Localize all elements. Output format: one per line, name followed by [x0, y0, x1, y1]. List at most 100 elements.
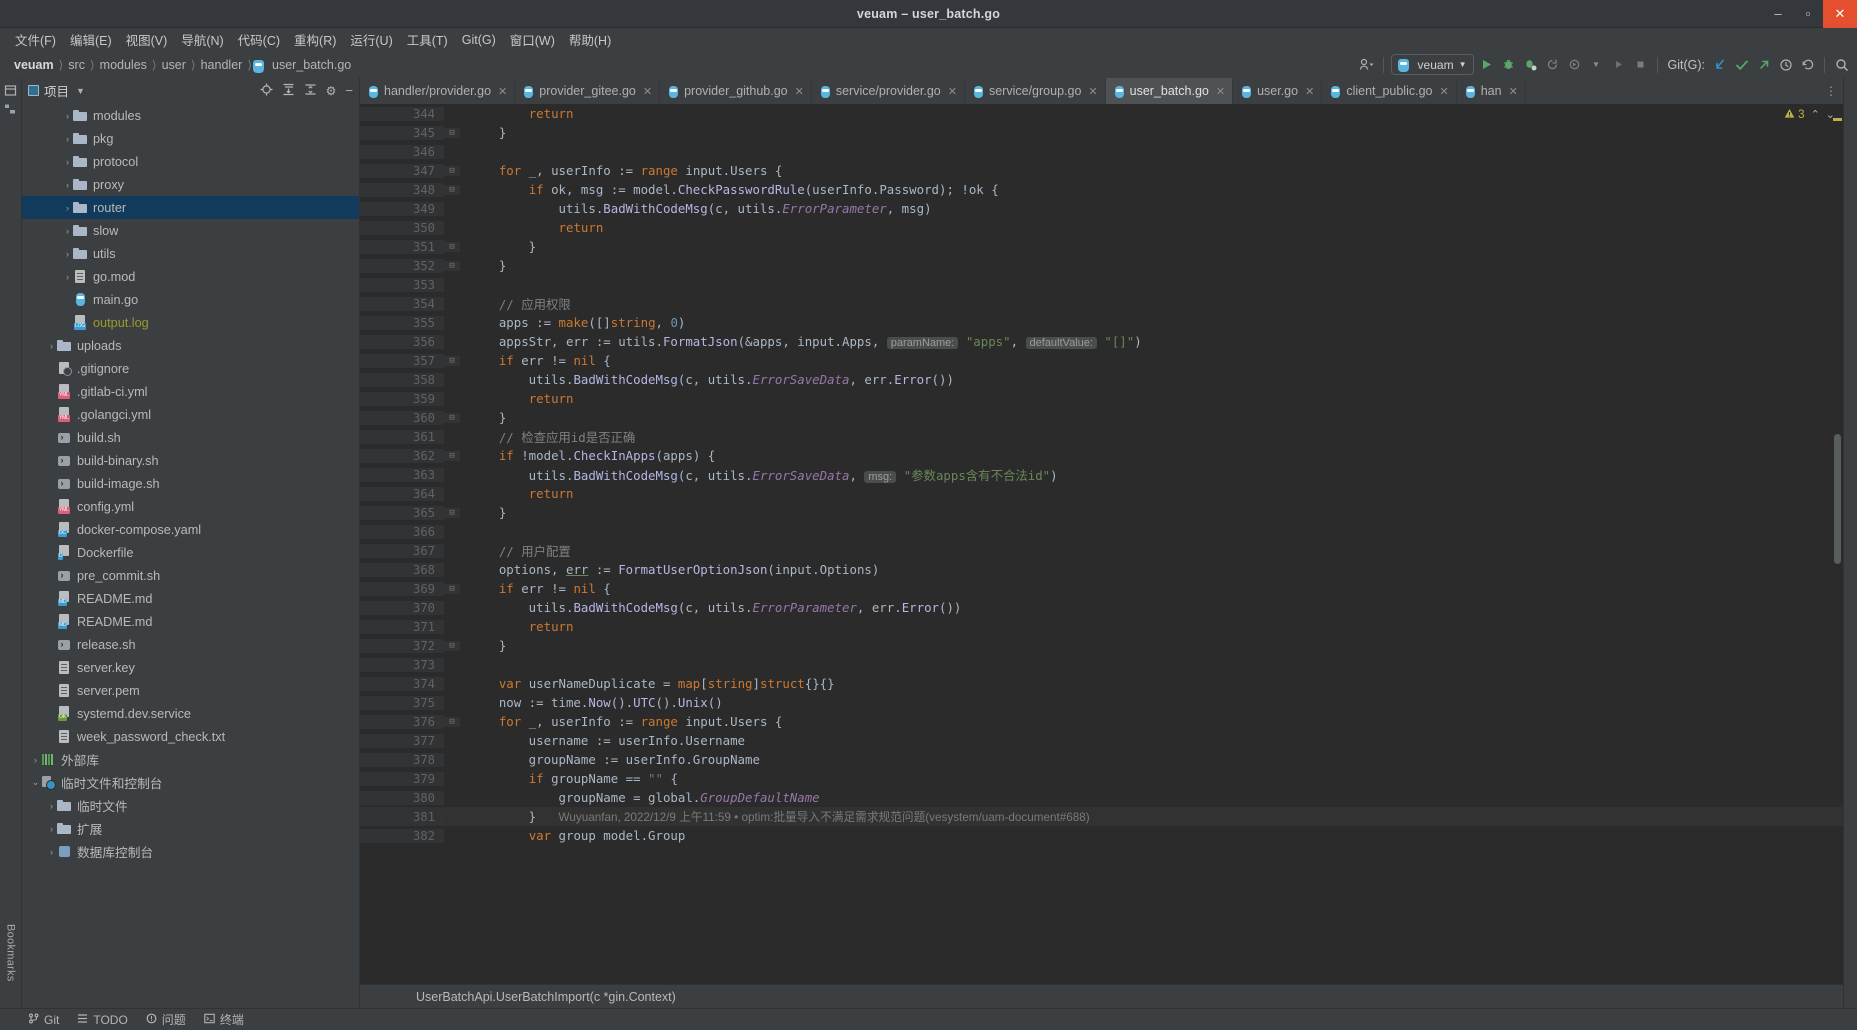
project-tool-icon[interactable]	[4, 84, 17, 100]
code-line[interactable]: 368 options, err := FormatUserOptionJson…	[360, 560, 1843, 579]
chevron-down-icon[interactable]: ▼	[1587, 55, 1606, 74]
code-fold-marker[interactable]: ⊟	[444, 716, 460, 727]
tree-item[interactable]: › router	[22, 196, 359, 219]
editor-tab[interactable]: client_public.go ✕	[1322, 78, 1457, 104]
close-button[interactable]: ✕	[1823, 0, 1857, 28]
expand-all-icon[interactable]	[282, 83, 295, 99]
editor-tab[interactable]: service/provider.go ✕	[812, 78, 965, 104]
menu-item-file[interactable]: 文件(F)	[8, 28, 63, 51]
code-line[interactable]: 366	[360, 522, 1843, 541]
code-line[interactable]: 351 ⊟ }	[360, 237, 1843, 256]
tree-item[interactable]: › 数据库控制台	[22, 840, 359, 863]
code-line[interactable]: 374 var userNameDuplicate = map[string]s…	[360, 674, 1843, 693]
chevron-down-icon[interactable]: ⌄	[30, 777, 41, 788]
tree-item[interactable]: build.sh	[22, 426, 359, 449]
code-line[interactable]: 359 return	[360, 389, 1843, 408]
bookmarks-tool-label[interactable]: Bookmarks	[5, 924, 17, 982]
code-line[interactable]: 350 return	[360, 218, 1843, 237]
code-line[interactable]: 369 ⊟ if err != nil {	[360, 579, 1843, 598]
update-project-icon[interactable]	[1710, 55, 1729, 74]
search-everywhere-icon[interactable]	[1832, 55, 1851, 74]
code-fold-marker[interactable]: ⊟	[444, 640, 460, 651]
code-line[interactable]: 349 utils.BadWithCodeMsg(c, utils.ErrorP…	[360, 199, 1843, 218]
code-line[interactable]: 347 ⊟ for _, userInfo := range input.User…	[360, 161, 1843, 180]
code-line[interactable]: 353	[360, 275, 1843, 294]
code-line[interactable]: 378 groupName := userInfo.GroupName	[360, 750, 1843, 769]
tree-item[interactable]: YML .gitlab-ci.yml	[22, 380, 359, 403]
code-fold-marker[interactable]: ⊟	[444, 355, 460, 366]
code-line[interactable]: 379 if groupName == "" {	[360, 769, 1843, 788]
user-avatar-icon[interactable]	[1357, 55, 1376, 74]
debug-coverage-icon[interactable]	[1521, 55, 1540, 74]
status-todo[interactable]: TODO	[77, 1013, 128, 1027]
code-line[interactable]: 377 username := userInfo.Username	[360, 731, 1843, 750]
code-line[interactable]: 365 ⊟ }	[360, 503, 1843, 522]
chevron-right-icon[interactable]: ›	[62, 249, 73, 259]
editor-tab[interactable]: provider_github.go ✕	[660, 78, 812, 104]
code-line[interactable]: 355 apps := make([]string, 0)	[360, 313, 1843, 332]
code-lines-container[interactable]: 344 return 345 ⊟ } 346 347 ⊟ for _, userInfo …	[360, 104, 1843, 984]
prev-problem-icon[interactable]: ⌃	[1811, 108, 1820, 121]
tree-item[interactable]: main.go	[22, 288, 359, 311]
editor-tab[interactable]: service/group.go ✕	[965, 78, 1106, 104]
tree-item[interactable]: DC docker-compose.yaml	[22, 518, 359, 541]
tree-item[interactable]: build-image.sh	[22, 472, 359, 495]
close-icon[interactable]: ✕	[795, 85, 804, 98]
chevron-right-icon[interactable]: ›	[62, 226, 73, 236]
code-fold-marker[interactable]: ⊟	[444, 583, 460, 594]
tree-item[interactable]: D Dockerfile	[22, 541, 359, 564]
tree-item[interactable]: server.key	[22, 656, 359, 679]
code-line[interactable]: 372 ⊟ }	[360, 636, 1843, 655]
rollback-icon[interactable]	[1798, 55, 1817, 74]
tree-item[interactable]: › uploads	[22, 334, 359, 357]
settings-icon[interactable]: ⚙	[326, 84, 337, 98]
tree-item[interactable]: LOG output.log	[22, 311, 359, 334]
code-fold-marker[interactable]: ⊟	[444, 165, 460, 176]
tree-item[interactable]: › go.mod	[22, 265, 359, 288]
status-git[interactable]: Git	[28, 1013, 59, 1027]
code-line[interactable]: 357 ⊟ if err != nil {	[360, 351, 1843, 370]
code-line[interactable]: 367 // 用户配置	[360, 541, 1843, 560]
code-line[interactable]: 346	[360, 142, 1843, 161]
tree-item[interactable]: › slow	[22, 219, 359, 242]
code-line[interactable]: 361 // 检查应用id是否正确	[360, 427, 1843, 446]
code-line[interactable]: 382 var group model.Group	[360, 826, 1843, 845]
code-fold-marker[interactable]: ⊟	[444, 127, 460, 138]
editor-tab[interactable]: user.go ✕	[1233, 78, 1323, 104]
tree-item[interactable]: › proxy	[22, 173, 359, 196]
code-line[interactable]: 371 return	[360, 617, 1843, 636]
push-icon[interactable]	[1754, 55, 1773, 74]
breadcrumb-handler[interactable]: handler	[197, 58, 247, 72]
chevron-right-icon[interactable]: ›	[62, 157, 73, 167]
breadcrumb-user-batch-go[interactable]: user_batch.go	[268, 58, 355, 72]
close-icon[interactable]: ✕	[1509, 85, 1518, 98]
code-line[interactable]: 362 ⊟ if !model.CheckInApps(apps) {	[360, 446, 1843, 465]
tree-item[interactable]: MD README.md	[22, 587, 359, 610]
status-terminal[interactable]: 终端	[204, 1011, 244, 1028]
close-icon[interactable]: ✕	[498, 85, 507, 98]
editor-tab[interactable]: provider_gitee.go ✕	[515, 78, 661, 104]
tree-item[interactable]: › pkg	[22, 127, 359, 150]
editor-vertical-scrollbar[interactable]	[1834, 434, 1841, 564]
tab-list-icon[interactable]: ⋮	[1825, 84, 1837, 98]
code-line[interactable]: 360 ⊟ }	[360, 408, 1843, 427]
editor-tab[interactable]: user_batch.go ✕	[1105, 78, 1234, 104]
code-line[interactable]: 373	[360, 655, 1843, 674]
run-configuration-selector[interactable]: veuam ▼	[1390, 54, 1474, 75]
breadcrumb-user[interactable]: user	[158, 58, 190, 72]
code-line[interactable]: 352 ⊟ }	[360, 256, 1843, 275]
code-line[interactable]: 364 return	[360, 484, 1843, 503]
code-line[interactable]: 370 utils.BadWithCodeMsg(c, utils.ErrorP…	[360, 598, 1843, 617]
close-icon[interactable]: ✕	[1088, 85, 1097, 98]
breadcrumb-src[interactable]: src	[64, 58, 89, 72]
breadcrumb-modules[interactable]: modules	[96, 58, 151, 72]
close-icon[interactable]: ✕	[1216, 85, 1225, 98]
chevron-right-icon[interactable]: ›	[30, 755, 41, 765]
code-line[interactable]: 358 utils.BadWithCodeMsg(c, utils.ErrorS…	[360, 370, 1843, 389]
editor-tab[interactable]: han ✕	[1457, 78, 1526, 104]
code-line[interactable]: 345 ⊟ }	[360, 123, 1843, 142]
tree-item[interactable]: › 扩展	[22, 817, 359, 840]
next-problem-icon[interactable]: ⌄	[1826, 108, 1835, 121]
code-fold-marker[interactable]: ⊟	[444, 241, 460, 252]
code-line[interactable]: 363 utils.BadWithCodeMsg(c, utils.ErrorS…	[360, 465, 1843, 484]
